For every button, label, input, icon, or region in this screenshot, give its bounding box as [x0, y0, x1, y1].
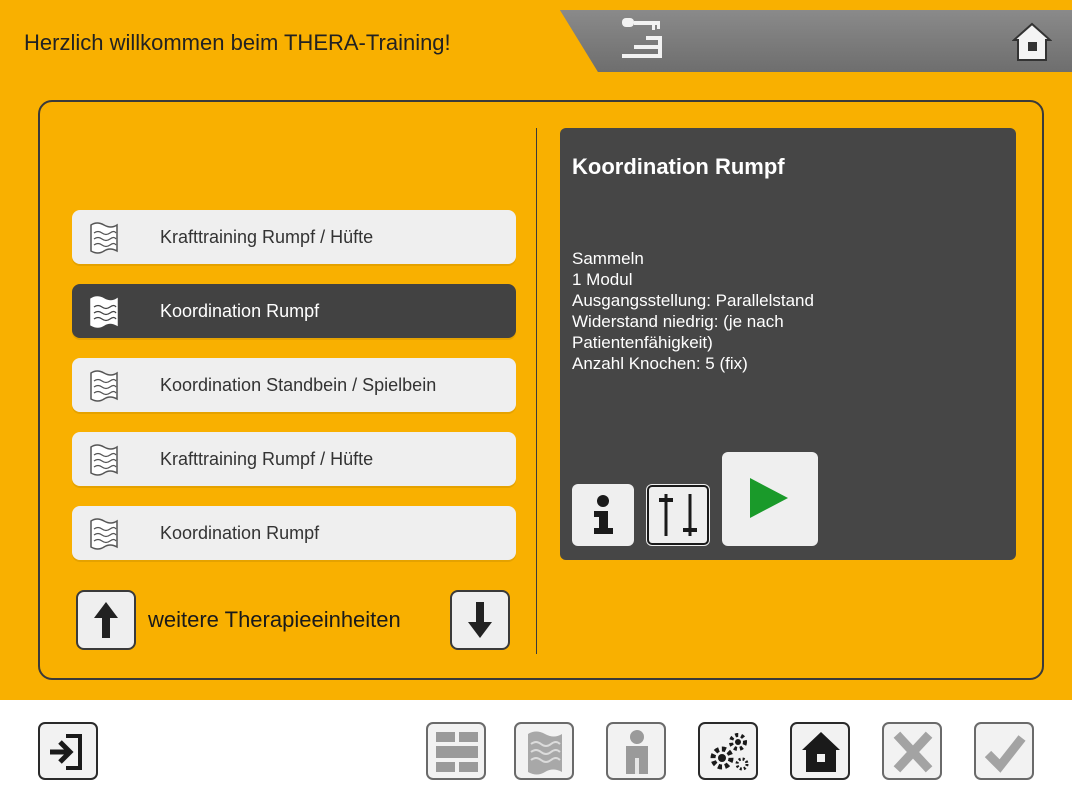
- home-icon[interactable]: [1012, 22, 1052, 62]
- scroll-up-button[interactable]: [76, 590, 136, 650]
- logout-icon: [50, 734, 82, 770]
- document-wave-icon: [90, 370, 118, 402]
- list-item-label: Koordination Rumpf: [160, 523, 320, 543]
- play-icon: [750, 478, 788, 518]
- list-item-selected[interactable]: Koordination Rumpf: [72, 284, 516, 338]
- welcome-title: Herzlich willkommen beim THERA-Training!: [24, 30, 451, 55]
- therapy-units-button[interactable]: [514, 722, 574, 780]
- list-item[interactable]: Krafttraining Rumpf / Hüfte: [72, 432, 516, 486]
- arrow-up-icon: [94, 602, 118, 638]
- cancel-icon: [893, 731, 933, 773]
- document-wave-icon: [90, 222, 118, 254]
- modules-button[interactable]: [426, 722, 486, 780]
- cancel-button[interactable]: [882, 722, 942, 780]
- settings-button[interactable]: [698, 722, 758, 780]
- confirm-button[interactable]: [974, 722, 1034, 780]
- detail-line: Anzahl Knochen: 5 (fix): [572, 354, 748, 373]
- scroll-down-button[interactable]: [450, 590, 510, 650]
- person-icon: [626, 730, 648, 774]
- detail-line: Ausgangsstellung: Parallelstand: [572, 291, 814, 310]
- document-wave-icon: [90, 444, 118, 476]
- document-wave-icon: [90, 518, 118, 550]
- arrow-down-icon: [468, 602, 492, 638]
- list-item[interactable]: Krafttraining Rumpf / Hüfte: [72, 210, 516, 264]
- gears-icon: [710, 733, 749, 771]
- document-wave-icon: [528, 731, 562, 775]
- home-button[interactable]: [790, 722, 850, 780]
- patient-button[interactable]: [606, 722, 666, 780]
- detail-title: Koordination Rumpf: [572, 154, 785, 179]
- key-stairs-icon[interactable]: [612, 14, 672, 66]
- play-button[interactable]: [722, 452, 818, 546]
- bricks-icon: [436, 732, 478, 772]
- list-item-label: Krafttraining Rumpf / Hüfte: [160, 227, 374, 247]
- home-icon: [802, 732, 840, 772]
- list-item-label: Koordination Standbein / Spielbein: [160, 375, 437, 395]
- detail-line: 1 Modul: [572, 270, 633, 289]
- detail-description: Sammeln 1 Modul Ausgangsstellung: Parall…: [572, 248, 892, 374]
- settings-sliders-button[interactable]: [646, 484, 710, 546]
- list-item-label: Krafttraining Rumpf / Hüfte: [160, 449, 374, 469]
- list-item[interactable]: Koordination Standbein / Spielbein: [72, 358, 516, 412]
- list-item[interactable]: Koordination Rumpf: [72, 506, 516, 560]
- more-therapy-units-label: weitere Therapieeinheiten: [148, 607, 401, 632]
- document-wave-icon: [90, 296, 118, 328]
- info-icon: [594, 495, 613, 534]
- info-button[interactable]: [572, 484, 634, 546]
- list-item-label: Koordination Rumpf: [160, 301, 320, 321]
- panel-divider: [536, 128, 537, 654]
- detail-line: Sammeln: [572, 249, 644, 268]
- confirm-icon: [984, 735, 1026, 773]
- sliders-icon: [647, 485, 709, 545]
- logout-button[interactable]: [38, 722, 98, 780]
- detail-line: Widerstand niedrig: (je nach Patientenfä…: [572, 312, 789, 352]
